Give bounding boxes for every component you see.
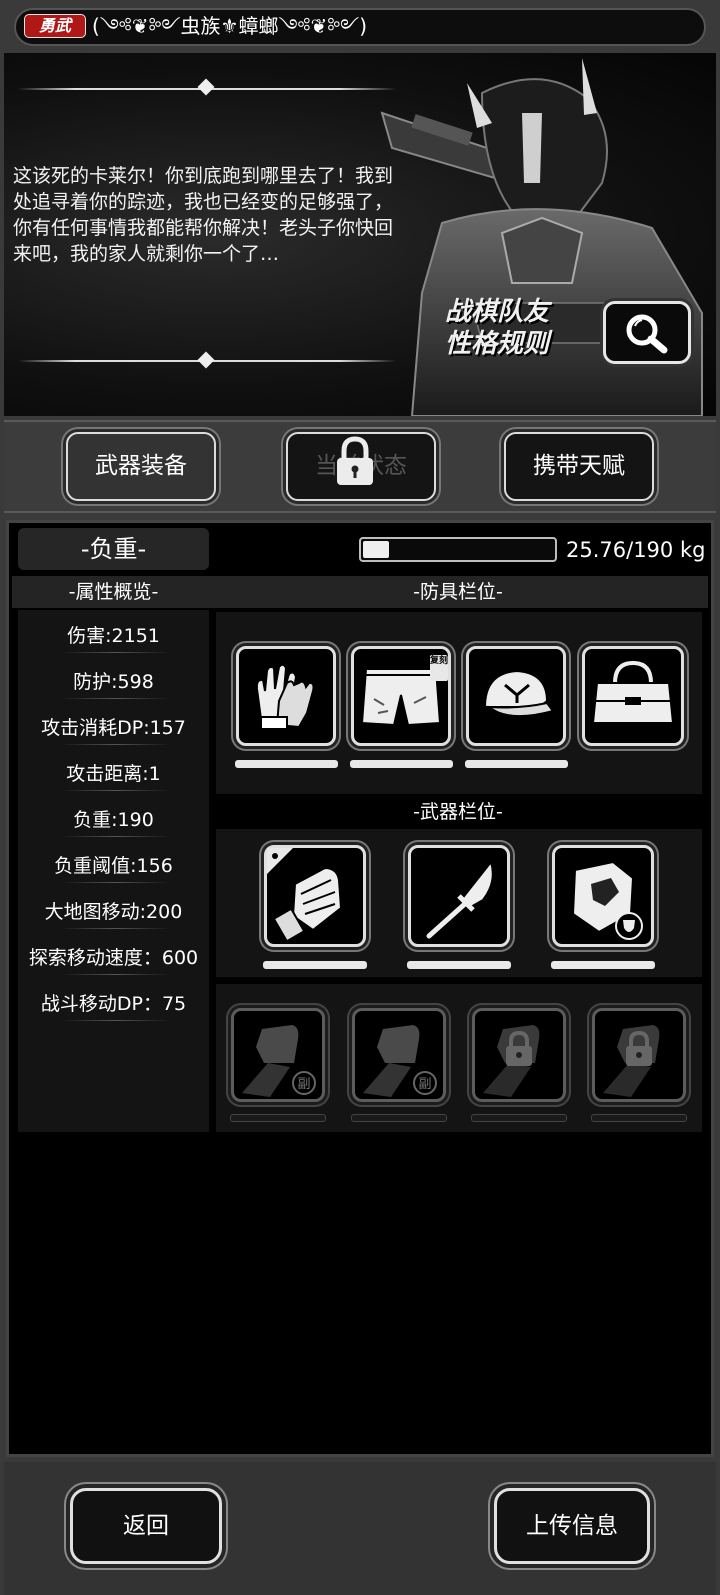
- stat-protection: 防护:598: [73, 671, 154, 693]
- weapon-slot-fist[interactable]: [264, 845, 366, 947]
- magnifier-icon: [626, 314, 668, 354]
- armor-slot-cap[interactable]: [466, 646, 566, 746]
- offhand-slot-3-locked[interactable]: [472, 1008, 566, 1102]
- attributes-title: -属性概览-: [68, 581, 159, 603]
- cap-icon: [483, 669, 555, 718]
- armor-durability-bar: [465, 760, 568, 768]
- rank-badge: 勇武: [24, 14, 86, 38]
- stat-load: 负重:190: [73, 809, 154, 831]
- stat-attack-range: 攻击距离:1: [66, 763, 161, 785]
- armor-slot-shorts[interactable]: 复刻: [351, 646, 451, 746]
- stat-load-threshold: 负重阈值:156: [54, 855, 173, 877]
- stat-divider: [60, 744, 170, 745]
- bag-icon: [591, 660, 675, 724]
- armor-durability-bar: [350, 760, 453, 768]
- stat-damage: 伤害:2151: [67, 625, 160, 647]
- stat-divider: [60, 698, 170, 699]
- stat-divider: [60, 1020, 170, 1021]
- weapon-slot-blade[interactable]: [408, 845, 510, 947]
- weapon-durability-bar: [407, 961, 511, 969]
- paw-corner-icon: [267, 848, 293, 874]
- weapon-slot-shield[interactable]: [552, 845, 654, 947]
- teammate-rule-label[interactable]: 战棋队友 性格规则: [445, 296, 585, 360]
- offhand-durability-bar: [351, 1114, 447, 1122]
- stat-combat-move-dp: 战斗移动DP：75: [40, 993, 187, 1015]
- load-value: 25.76/190 kg: [566, 538, 706, 562]
- armor-slot-gloves[interactable]: [236, 646, 336, 746]
- fist-icon: 副: [242, 1025, 316, 1097]
- stat-divider: [60, 928, 170, 929]
- fist-icon: 副: [363, 1025, 437, 1097]
- load-progress-fill: [363, 541, 389, 558]
- load-label: -负重-: [18, 528, 209, 570]
- offhand-slot-1[interactable]: 副: [231, 1008, 325, 1102]
- stat-attack-dp: 攻击消耗DP:157: [41, 717, 186, 739]
- stat-divider: [60, 652, 170, 653]
- offhand-durability-bar: [471, 1114, 567, 1122]
- character-title: (༺❦༻虫族⚜蟑螂༺❦༻): [92, 14, 368, 38]
- weapon-durability-bar: [551, 961, 655, 969]
- stat-divider: [60, 836, 170, 837]
- stat-map-move: 大地图移动:200: [44, 901, 183, 923]
- offhand-slot-4-locked[interactable]: [592, 1008, 686, 1102]
- shield-gauntlet-icon: [571, 860, 643, 940]
- offhand-durability-bar: [591, 1114, 687, 1122]
- stat-divider: [60, 974, 170, 975]
- tab-carried-talent[interactable]: 携带天赋: [504, 432, 654, 501]
- locked-icon: [603, 1025, 660, 1097]
- back-button[interactable]: 返回: [70, 1488, 222, 1564]
- gloves-icon: [255, 663, 315, 730]
- search-button[interactable]: [603, 301, 691, 364]
- armor-title: -防具栏位-: [413, 581, 503, 603]
- upload-info-button[interactable]: 上传信息: [494, 1488, 650, 1564]
- stat-divider: [60, 790, 170, 791]
- weapons-title: -武器栏位-: [413, 801, 503, 823]
- svg-text:副: 副: [297, 1077, 310, 1092]
- blade-icon: [426, 859, 494, 939]
- offhand-durability-bar: [230, 1114, 326, 1122]
- weapon-durability-bar: [263, 961, 367, 969]
- reprint-badge: 复刻: [430, 655, 448, 681]
- armor-durability-bar: [235, 760, 338, 768]
- svg-text:副: 副: [418, 1077, 431, 1092]
- stat-divider: [60, 882, 170, 883]
- lock-icon: [337, 436, 373, 485]
- story-text: 这该死的卡莱尔！你到底跑到哪里去了！我到处追寻着你的踪迹，我也已经变的足够强了，…: [13, 165, 394, 265]
- tab-weapon-equipment[interactable]: 武器装备: [66, 432, 216, 501]
- locked-icon: [483, 1025, 540, 1097]
- offhand-slot-2[interactable]: 副: [352, 1008, 446, 1102]
- armor-slot-bag[interactable]: [582, 646, 684, 746]
- stat-explore-speed: 探索移动速度：600: [28, 947, 199, 969]
